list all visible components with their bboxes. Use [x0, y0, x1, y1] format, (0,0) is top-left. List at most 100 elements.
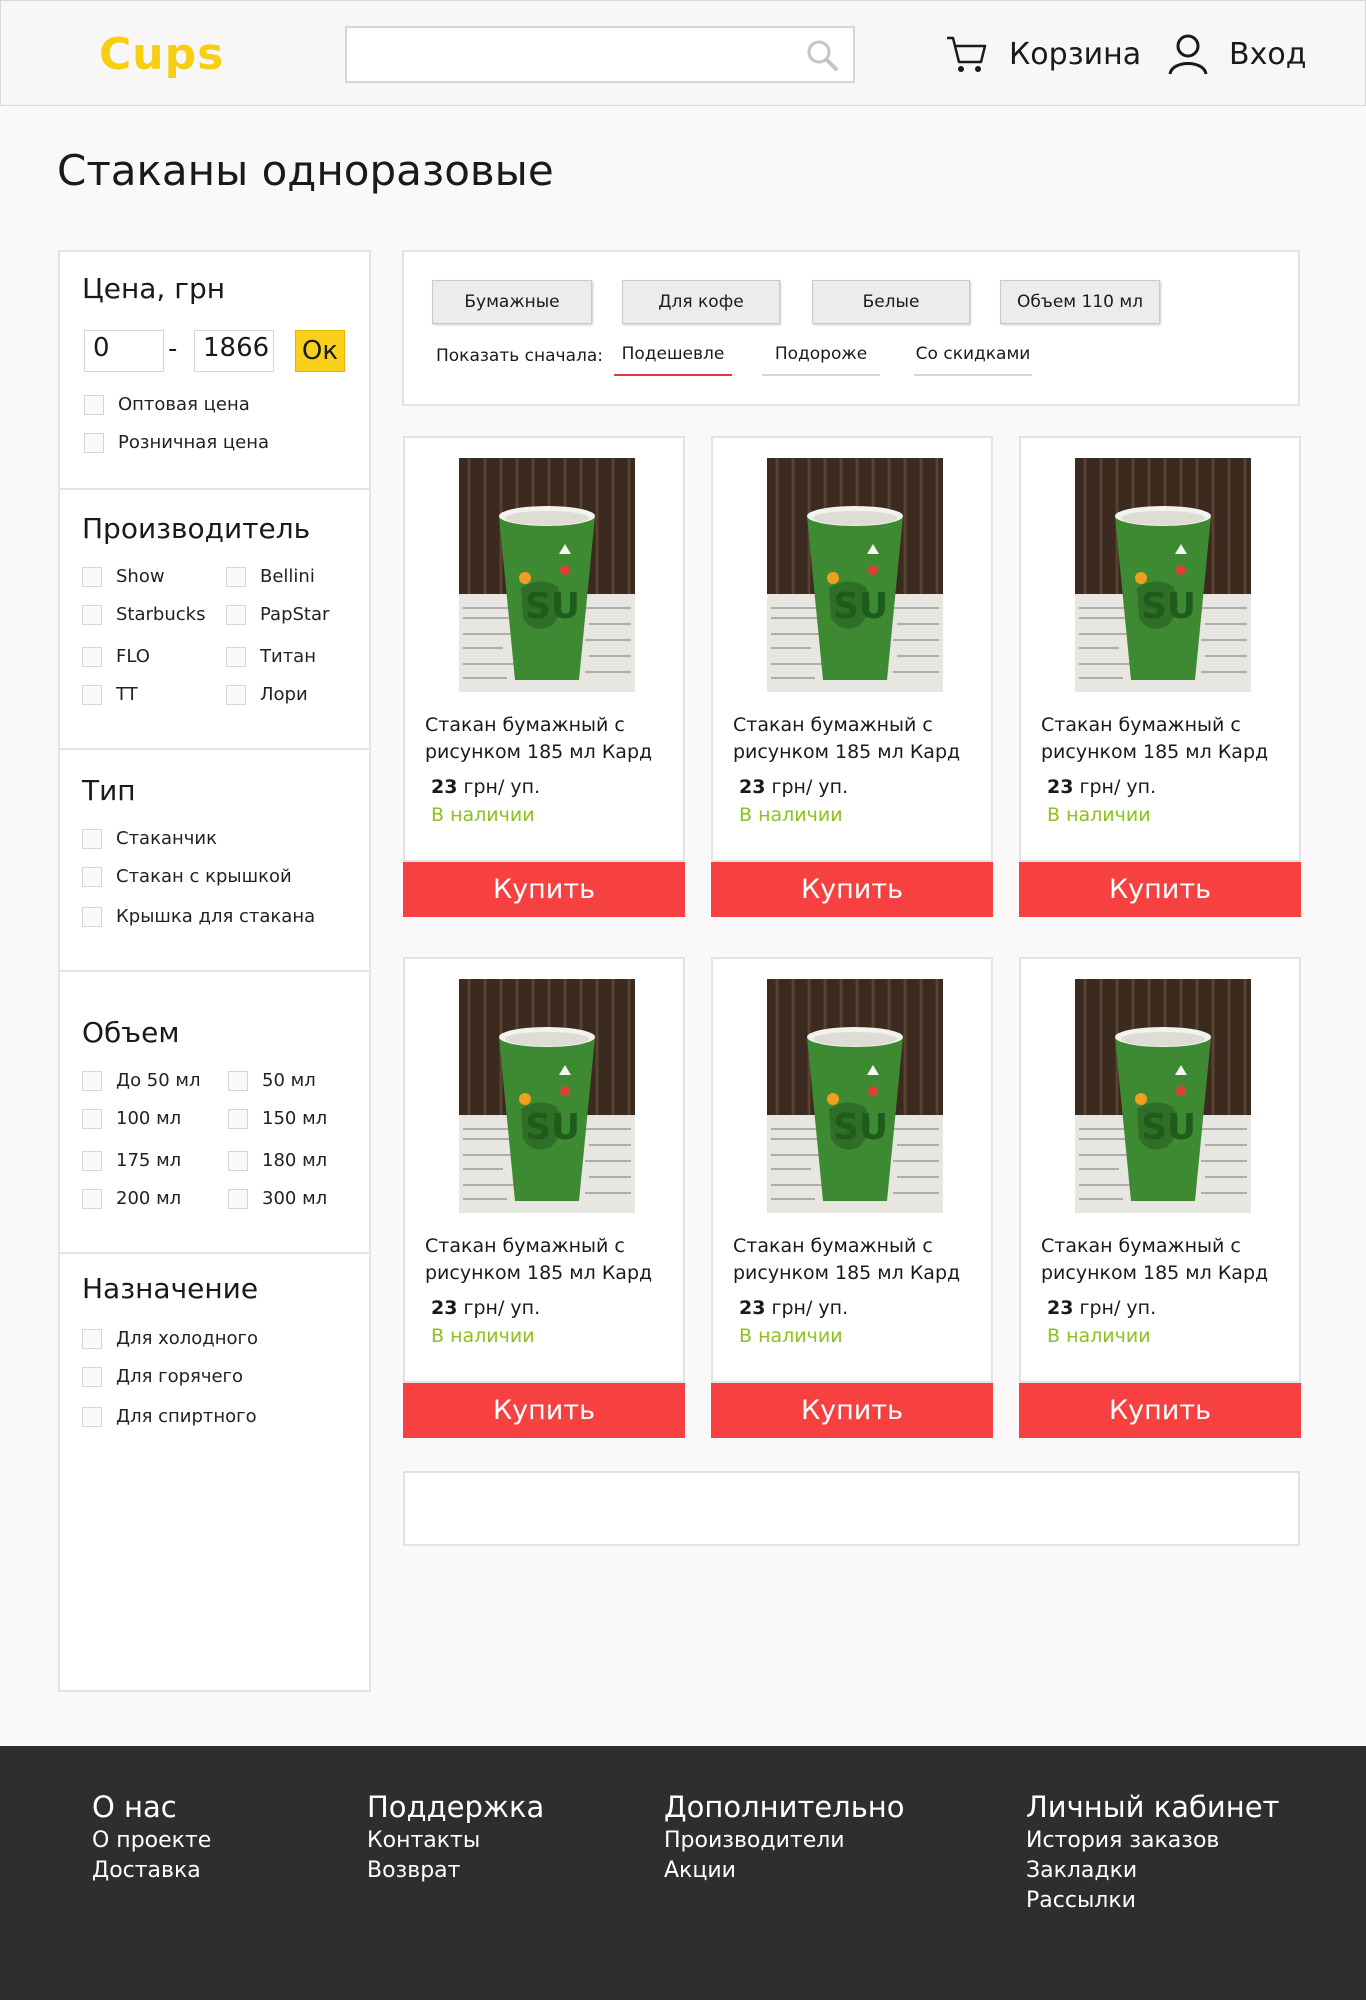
buy-button[interactable]: Купить — [403, 1383, 685, 1438]
product-card-body[interactable]: SU Стакан бумажный с рисунком 185 мл Кар… — [403, 957, 685, 1383]
checkbox-box[interactable] — [82, 646, 102, 667]
checkbox-box[interactable] — [228, 1150, 248, 1171]
checkbox-box[interactable] — [82, 684, 102, 705]
chip-for-coffee[interactable]: Для кофе — [622, 280, 780, 324]
checkbox-box[interactable] — [82, 1150, 102, 1171]
product-card-body[interactable]: SU Стакан бумажный с рисунком 185 мл Кар… — [1019, 957, 1301, 1383]
checkbox-box[interactable] — [84, 394, 104, 415]
buy-button[interactable]: Купить — [403, 862, 685, 917]
checkbox-box[interactable] — [226, 604, 246, 625]
chip-white[interactable]: Белые — [812, 280, 970, 324]
product-image[interactable]: SU — [767, 458, 943, 692]
chip-paper[interactable]: Бумажные — [432, 280, 592, 324]
product-name[interactable]: Стакан бумажный с рисунком 185 мл Кард — [425, 1233, 675, 1287]
checkbox-lori[interactable]: Лори — [226, 684, 308, 705]
search-input[interactable] — [345, 26, 855, 83]
sort-cheaper[interactable]: Подешевле — [614, 344, 732, 376]
checkbox-box[interactable] — [82, 566, 102, 587]
checkbox-titan[interactable]: Титан — [226, 646, 316, 667]
price-ok-button[interactable]: Ок — [295, 330, 345, 372]
chip-volume-110[interactable]: Объем 110 мл — [1000, 280, 1160, 324]
product-name[interactable]: Стакан бумажный с рисунком 185 мл Кард — [1041, 712, 1291, 766]
checkbox-vol-100[interactable]: 100 мл — [82, 1108, 181, 1129]
checkbox-box[interactable] — [82, 906, 102, 927]
checkbox-flo[interactable]: FLO — [82, 646, 150, 667]
footer-link-delivery[interactable]: Доставка — [92, 1856, 211, 1886]
checkbox-starbucks[interactable]: Starbucks — [82, 604, 205, 625]
checkbox-tt[interactable]: TT — [82, 684, 138, 705]
checkbox-lid[interactable]: Крышка для стакана — [82, 906, 315, 927]
footer-account-title: Личный кабинет — [1026, 1790, 1280, 1824]
buy-button[interactable]: Купить — [711, 862, 993, 917]
svg-text:SU: SU — [525, 1107, 580, 1148]
buy-button[interactable]: Купить — [1019, 862, 1301, 917]
footer-link-return[interactable]: Возврат — [367, 1856, 544, 1886]
checkbox-wholesale[interactable]: Оптовая цена — [84, 394, 250, 415]
checkbox-box[interactable] — [82, 1108, 102, 1129]
buy-button[interactable]: Купить — [711, 1383, 993, 1438]
checkbox-box[interactable] — [82, 828, 102, 849]
checkbox-box[interactable] — [228, 1108, 248, 1129]
checkbox-box[interactable] — [82, 866, 102, 887]
checkbox-papstar[interactable]: PapStar — [226, 604, 329, 625]
login-button[interactable]: Вход — [1167, 29, 1306, 79]
checkbox-vol-300[interactable]: 300 мл — [228, 1188, 327, 1209]
checkbox-box[interactable] — [82, 1328, 102, 1349]
product-price-unit: грн/ уп. — [457, 1297, 541, 1319]
checkbox-box[interactable] — [226, 646, 246, 667]
checkbox-box[interactable] — [228, 1070, 248, 1091]
checkbox-vol-180[interactable]: 180 мл — [228, 1150, 327, 1171]
checkbox-box[interactable] — [82, 604, 102, 625]
price-min-input[interactable]: 0 — [84, 330, 164, 372]
product-image[interactable]: SU — [767, 979, 943, 1213]
product-name[interactable]: Стакан бумажный с рисунком 185 мл Кард — [733, 1233, 983, 1287]
price-max-input[interactable]: 1866 — [194, 330, 274, 372]
checkbox-box[interactable] — [226, 684, 246, 705]
checkbox-bellini[interactable]: Bellini — [226, 566, 315, 587]
product-name[interactable]: Стакан бумажный с рисунком 185 мл Кард — [1041, 1233, 1291, 1287]
product-image[interactable]: SU — [1075, 458, 1251, 692]
checkbox-box[interactable] — [228, 1188, 248, 1209]
footer-link-order-history[interactable]: История заказов — [1026, 1826, 1279, 1856]
sort-expensive[interactable]: Подороже — [762, 344, 880, 376]
checkbox-box[interactable] — [82, 1366, 102, 1387]
checkbox-cup-with-lid[interactable]: Стакан с крышкой — [82, 866, 292, 887]
checkbox-hot[interactable]: Для горячего — [82, 1366, 243, 1387]
checkbox-label: 50 мл — [262, 1070, 316, 1091]
product-image[interactable]: SU — [459, 979, 635, 1213]
product-name[interactable]: Стакан бумажный с рисунком 185 мл Кард — [425, 712, 675, 766]
footer-link-promotions[interactable]: Акции — [664, 1856, 905, 1886]
checkbox-vol-150[interactable]: 150 мл — [228, 1108, 327, 1129]
footer-link-manufacturers[interactable]: Производители — [664, 1826, 905, 1856]
checkbox-alcohol[interactable]: Для спиртного — [82, 1406, 257, 1427]
checkbox-vol-175[interactable]: 175 мл — [82, 1150, 181, 1171]
checkbox-box[interactable] — [84, 432, 104, 453]
footer-link-newsletters[interactable]: Рассылки — [1026, 1886, 1279, 1916]
checkbox-box[interactable] — [226, 566, 246, 587]
cart-button[interactable]: Корзина — [945, 29, 1141, 79]
product-card-body[interactable]: SU Стакан бумажный с рисунком 185 мл Кар… — [1019, 436, 1301, 862]
product-image[interactable]: SU — [459, 458, 635, 692]
footer-link-bookmarks[interactable]: Закладки — [1026, 1856, 1279, 1886]
sort-discounts[interactable]: Со скидками — [914, 344, 1032, 376]
product-name[interactable]: Стакан бумажный с рисунком 185 мл Кард — [733, 712, 983, 766]
footer-link-contacts[interactable]: Контакты — [367, 1826, 544, 1856]
buy-button[interactable]: Купить — [1019, 1383, 1301, 1438]
footer-link-about-project[interactable]: О проекте — [92, 1826, 211, 1856]
checkbox-show[interactable]: Show — [82, 566, 165, 587]
checkbox-box[interactable] — [82, 1070, 102, 1091]
product-card-body[interactable]: SU Стакан бумажный с рисунком 185 мл Кар… — [403, 436, 685, 862]
search-icon[interactable] — [805, 38, 839, 72]
checkbox-cup[interactable]: Стаканчик — [82, 828, 217, 849]
checkbox-retail[interactable]: Розничная цена — [84, 432, 269, 453]
checkbox-vol-50[interactable]: 50 мл — [228, 1070, 316, 1091]
checkbox-box[interactable] — [82, 1188, 102, 1209]
checkbox-vol-200[interactable]: 200 мл — [82, 1188, 181, 1209]
product-card-body[interactable]: SU Стакан бумажный с рисунком 185 мл Кар… — [711, 957, 993, 1383]
checkbox-vol-upto50[interactable]: До 50 мл — [82, 1070, 201, 1091]
checkbox-box[interactable] — [82, 1406, 102, 1427]
product-card-body[interactable]: SU Стакан бумажный с рисунком 185 мл Кар… — [711, 436, 993, 862]
logo[interactable]: Cups — [99, 29, 224, 80]
checkbox-cold[interactable]: Для холодного — [82, 1328, 258, 1349]
product-image[interactable]: SU — [1075, 979, 1251, 1213]
